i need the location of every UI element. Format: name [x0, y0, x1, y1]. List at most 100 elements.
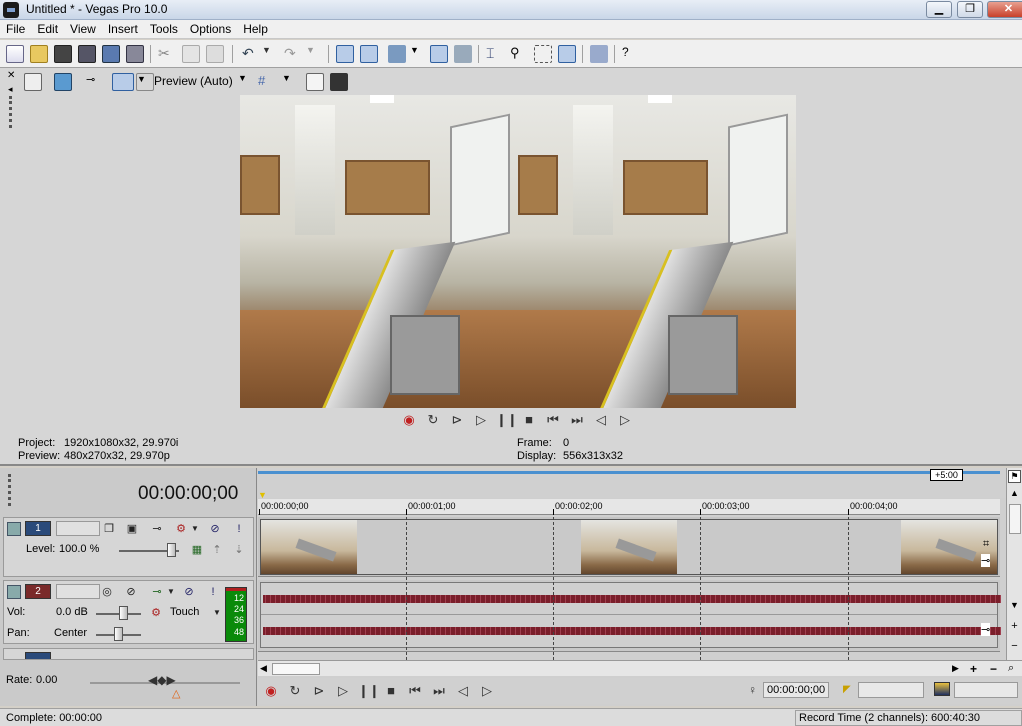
mute-icon[interactable]: ⊘ [208, 522, 222, 536]
save-as-icon[interactable] [78, 45, 96, 63]
rate-slider-thumb-icon[interactable]: ◀◆▶ [148, 673, 176, 687]
track-motion-dropdown-icon[interactable]: ▼ [188, 522, 202, 536]
previous-frame-button[interactable]: ◁ [454, 682, 472, 700]
menu-file[interactable]: File [0, 20, 31, 36]
menu-options[interactable]: Options [184, 20, 237, 36]
undo-dropdown-icon[interactable]: ▼ [262, 45, 280, 63]
selection-length-field[interactable] [954, 682, 1018, 698]
invert-phase-icon[interactable]: ⊘ [124, 585, 138, 599]
pause-button[interactable]: ❙❙ [496, 411, 518, 429]
track-name-field[interactable] [56, 584, 100, 599]
zoom-out-horizontal-icon[interactable]: − [990, 662, 997, 676]
scroll-right-icon[interactable]: ▶ [952, 663, 959, 674]
crossfade-dropdown-icon[interactable]: ▼ [410, 45, 428, 63]
menu-insert[interactable]: Insert [102, 20, 144, 36]
automation-mode-select[interactable]: Touch [170, 606, 199, 618]
audio-track-header[interactable]: 2 ◎ ⊘ ⊸ ▼ ⊘ ! Vol: 0.0 dB ⚙ Touch ▼ Pan:… [3, 580, 254, 644]
marker-flag-icon[interactable]: ⚑ [1008, 470, 1021, 483]
zoom-out-vertical-icon[interactable]: − [1008, 640, 1021, 654]
vertical-scroll-thumb[interactable] [1009, 504, 1021, 534]
copy-snapshot-icon[interactable] [306, 73, 324, 91]
copy-icon[interactable] [182, 45, 200, 63]
render-as-icon[interactable] [102, 45, 120, 63]
split-dropdown-icon[interactable]: ▼ [136, 73, 154, 91]
video-fx-icon[interactable]: ⊸ [86, 73, 104, 91]
composite-level-icon[interactable]: ▦ [190, 543, 204, 557]
crossfade-icon[interactable] [388, 45, 406, 63]
video-track-header[interactable]: 1 ❐ ▣ ⊸ ⚙ ▼ ⊘ ! Level: 100.0 % ▦ ⇡ ⇣ [3, 517, 254, 577]
go-to-end-button[interactable]: ⏭ [568, 411, 586, 429]
loop-region-bar[interactable] [258, 471, 1000, 474]
next-frame-button[interactable]: ▷ [616, 411, 634, 429]
cursor-position-field[interactable]: 00:00:00;00 [763, 682, 829, 698]
track-motion-icon[interactable]: ⚙ [174, 522, 188, 536]
play-button[interactable]: ▷ [334, 682, 352, 700]
menu-tools[interactable]: Tools [144, 20, 184, 36]
make-compositing-child-icon[interactable]: ▣ [125, 522, 139, 536]
go-to-start-button[interactable]: ⏮ [406, 682, 424, 700]
preview-quality-select[interactable]: Preview (Auto) [154, 74, 233, 88]
video-track-lane[interactable]: ⌗ ⊸ [258, 517, 1000, 577]
play-from-start-button[interactable]: ⊳ [310, 682, 328, 700]
loop-playback-button[interactable]: ↻ [286, 682, 304, 700]
enable-snapping-icon[interactable] [590, 45, 608, 63]
horizontal-scrollbar[interactable]: ◀ ▶ + − ⌕ [258, 660, 1022, 676]
play-button[interactable]: ▷ [472, 411, 490, 429]
go-to-end-button[interactable]: ⏭ [430, 682, 448, 700]
record-button[interactable]: ◉ [400, 411, 418, 429]
cut-icon[interactable]: ✂ [158, 45, 176, 63]
track-fx-icon[interactable]: ⊸ [150, 522, 164, 536]
menu-edit[interactable]: Edit [31, 20, 64, 36]
minimize-button[interactable]: ▁ [926, 1, 952, 18]
close-button[interactable]: ✕ [987, 1, 1022, 18]
auto-ripple-icon[interactable] [360, 45, 378, 63]
redo-icon[interactable]: ↷ [284, 45, 302, 63]
scroll-up-icon[interactable]: ▲ [1008, 488, 1021, 502]
solo-icon[interactable]: ! [232, 522, 246, 536]
solo-icon[interactable]: ! [206, 585, 220, 599]
selection-start-field[interactable] [858, 682, 924, 698]
ignore-grouping-icon[interactable] [454, 45, 472, 63]
arm-record-icon[interactable]: ◎ [100, 585, 114, 599]
zoom-tool-icon[interactable]: ⌕ [1008, 662, 1014, 675]
time-ruler[interactable]: 00:00:00;00 00:00:01;00 00:00:02;00 00:0… [258, 499, 1000, 515]
split-screen-icon[interactable] [112, 73, 134, 91]
vertical-scrollbar[interactable]: ⚑ ▲ ▼ + − [1006, 468, 1022, 660]
save-snapshot-icon[interactable] [330, 73, 348, 91]
normal-edit-tool-icon[interactable]: ⌶ [486, 45, 504, 63]
selection-tool-icon[interactable] [534, 45, 552, 63]
previous-frame-button[interactable]: ◁ [592, 411, 610, 429]
record-button[interactable]: ◉ [262, 682, 280, 700]
app-icon[interactable] [3, 2, 19, 18]
menu-help[interactable]: Help [237, 20, 274, 36]
paste-icon[interactable] [206, 45, 224, 63]
project-properties-icon[interactable] [24, 73, 42, 91]
zoom-in-vertical-icon[interactable]: + [1008, 620, 1021, 634]
external-monitor-icon[interactable] [54, 73, 72, 91]
panel-grip[interactable] [9, 96, 12, 128]
parent-up-icon[interactable]: ⇡ [210, 543, 224, 557]
video-event-clip[interactable]: ⌗ ⊸ [260, 519, 998, 575]
maximize-button[interactable]: ❐ [957, 1, 983, 18]
preview-quality-dropdown-icon[interactable]: ▼ [238, 73, 256, 91]
parent-down-icon[interactable]: ⇣ [232, 543, 246, 557]
loop-playback-button[interactable]: ↻ [424, 411, 442, 429]
snapping-icon[interactable] [336, 45, 354, 63]
redo-dropdown-icon[interactable]: ▼ [306, 45, 324, 63]
save-icon[interactable] [54, 45, 72, 63]
scroll-down-icon[interactable]: ▼ [1008, 600, 1021, 614]
panel-menu-icon[interactable]: ◂ [8, 84, 13, 95]
play-from-start-button[interactable]: ⊳ [448, 411, 466, 429]
envelope-tool-icon[interactable]: ⚲ [510, 45, 528, 63]
undo-icon[interactable]: ↶ [242, 45, 260, 63]
go-to-start-button[interactable]: ⏮ [544, 411, 562, 429]
help-pointer-icon[interactable]: ? [622, 45, 640, 63]
menu-view[interactable]: View [64, 20, 102, 36]
track-header-partial[interactable] [3, 648, 254, 660]
close-panel-icon[interactable]: ✕ [7, 70, 15, 81]
pause-button[interactable]: ❙❙ [358, 682, 380, 700]
event-pan-crop-icon[interactable]: ⌗ [983, 538, 989, 551]
track-minimize-icon[interactable] [7, 522, 21, 536]
event-fx-icon[interactable]: ⊸ [981, 623, 991, 636]
track-fx-dropdown-icon[interactable]: ▼ [164, 585, 178, 599]
